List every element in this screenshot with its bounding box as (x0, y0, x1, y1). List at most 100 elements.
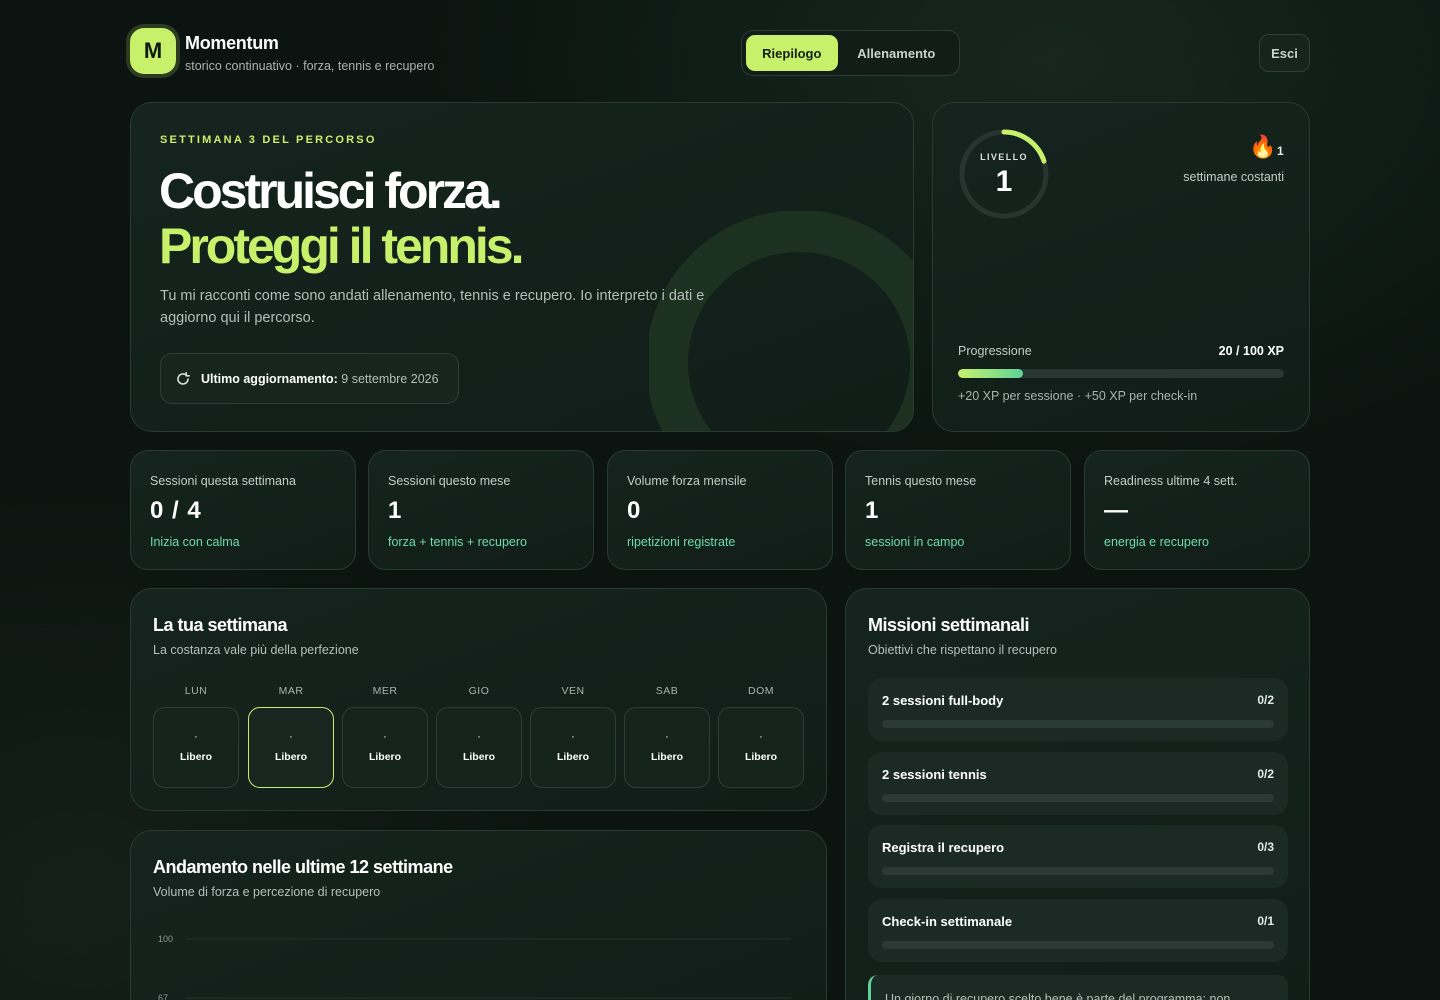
last-update-pill: Ultimo aggiornamento: 9 settembre 2026 (160, 353, 459, 404)
day-cell[interactable]: · Libero (342, 707, 428, 788)
trend-card: Andamento nelle ultime 12 settimane Volu… (130, 830, 827, 1000)
mission-item[interactable]: 2 sessioni tennis 0/2 (868, 752, 1288, 815)
missions-subtitle: Obiettivi che rispettano il recupero (868, 643, 1057, 657)
progress-value: 20 / 100 XP (1218, 344, 1284, 358)
level-value: 1 (995, 165, 1013, 198)
day-state: Libero (744, 750, 778, 763)
streak-label: settimane costanti (1183, 170, 1284, 184)
mission-count: 0/1 (1257, 914, 1274, 928)
day-state: Libero (462, 750, 496, 763)
missions-card: Missioni settimanali Obiettivi che rispe… (845, 588, 1310, 1000)
tab-riepilogo[interactable]: Riepilogo (746, 35, 838, 71)
mission-name: Check-in settimanale (882, 914, 1013, 929)
stat-card-sessions-week: Sessioni questa settimana 0 / 4 Inizia c… (130, 450, 356, 570)
mission-progress-bar (882, 867, 1274, 875)
hero-headline-accent: Proteggi il tennis. (159, 218, 524, 274)
day-name: LUN (184, 685, 208, 697)
week-title: La tua settimana (153, 615, 288, 635)
day-name: GIO (468, 685, 490, 697)
mission-name: 2 sessioni tennis (882, 767, 987, 782)
day-column-mer: MER · Libero (342, 685, 428, 788)
logout-button[interactable]: Esci (1259, 34, 1310, 72)
day-dot: · (477, 730, 481, 743)
mission-progress-bar (882, 941, 1274, 949)
hero-card: SETTIMANA 3 DEL PERCORSO Costruisci forz… (130, 102, 914, 432)
day-cell[interactable]: · Libero (153, 707, 239, 788)
stat-value: — (1104, 497, 1129, 524)
week-card: La tua settimana La costanza vale più de… (130, 588, 827, 811)
mission-count: 0/3 (1257, 840, 1274, 854)
stat-label: Sessioni questa settimana (150, 474, 296, 488)
day-cell-today[interactable]: · Libero (248, 707, 334, 788)
day-column-gio: GIO · Libero (436, 685, 522, 788)
mission-name: 2 sessioni full-body (882, 693, 1004, 708)
stat-label: Volume forza mensile (627, 474, 747, 488)
day-cell[interactable]: · Libero (624, 707, 710, 788)
stat-card-readiness: Readiness ultime 4 sett. — energia e rec… (1084, 450, 1310, 570)
mission-progress-bar (882, 794, 1274, 802)
stat-note: ripetizioni registrate (627, 535, 736, 549)
day-name: SAB (655, 685, 679, 697)
day-dot: · (383, 730, 387, 743)
stat-value: 1 (388, 497, 403, 524)
mission-item[interactable]: 2 sessioni full-body 0/2 (868, 678, 1288, 741)
day-name: MER (372, 685, 398, 697)
day-name: VEN (561, 685, 585, 697)
day-dot: · (194, 730, 198, 743)
stat-card-tennis-month: Tennis questo mese 1 sessioni in campo (845, 450, 1071, 570)
last-update-label: Ultimo aggiornamento: (201, 371, 338, 386)
day-cell[interactable]: · Libero (436, 707, 522, 788)
last-update-value: 9 settembre 2026 (341, 371, 439, 386)
mission-item[interactable]: Registra il recupero 0/3 (868, 825, 1288, 888)
xp-progress-bar (958, 369, 1284, 378)
stat-label: Tennis questo mese (865, 474, 977, 488)
mission-item[interactable]: Check-in settimanale 0/1 (868, 899, 1288, 962)
app-subtitle: storico continuativo · forza, tennis e r… (185, 59, 435, 73)
streak-count: 1 (1277, 144, 1284, 158)
hero-headline-primary: Costruisci forza. (159, 163, 503, 219)
main-nav: Riepilogo Allenamento (741, 30, 960, 76)
recovery-tip: Un giorno di recupero scelto bene è part… (868, 975, 1288, 1000)
stat-note: forza + tennis + recupero (388, 535, 527, 549)
tab-allenamento[interactable]: Allenamento (838, 35, 955, 71)
week-subtitle: La costanza vale più della perfezione (153, 643, 359, 657)
missions-title: Missioni settimanali (868, 615, 1030, 635)
hero-description: Tu mi racconti come sono andati allename… (160, 288, 705, 326)
stat-card-sessions-month: Sessioni questo mese 1 forza + tennis + … (368, 450, 594, 570)
level-card: LIVELLO 1 🔥 1 settimane costanti Progres… (932, 102, 1310, 432)
xp-note: +20 XP per sessione · +50 XP per check-i… (958, 389, 1198, 403)
refresh-icon (177, 371, 190, 385)
day-dot: · (289, 730, 293, 743)
day-dot: · (759, 730, 763, 743)
day-dot: · (571, 730, 575, 743)
progress-label: Progressione (958, 344, 1032, 358)
stat-label: Readiness ultime 4 sett. (1104, 474, 1238, 488)
day-column-dom: DOM · Libero (718, 685, 804, 788)
day-column-mar: MAR · Libero (248, 685, 334, 788)
day-name: DOM (748, 685, 774, 697)
day-state: Libero (368, 750, 402, 763)
recovery-tip-text: Un giorno di recupero scelto bene è part… (885, 992, 1231, 1000)
logo-letter: M (143, 38, 163, 63)
day-name: MAR (278, 685, 304, 697)
day-cell[interactable]: · Libero (530, 707, 616, 788)
mission-count: 0/2 (1257, 767, 1274, 781)
day-cell[interactable]: · Libero (718, 707, 804, 788)
day-state: Libero (556, 750, 590, 763)
day-dot: · (665, 730, 669, 743)
stat-value: 0 (627, 497, 642, 524)
stat-value: 1 (865, 497, 880, 524)
stat-card-strength-volume: Volume forza mensile 0 ripetizioni regis… (607, 450, 833, 570)
y-tick-label: 100 (158, 934, 173, 944)
fire-icon: 🔥 (1249, 134, 1277, 159)
mission-count: 0/2 (1257, 693, 1274, 707)
stat-note: energia e recupero (1104, 535, 1209, 549)
app-name: Momentum (185, 33, 279, 53)
day-state: Libero (650, 750, 684, 763)
stat-note: sessioni in campo (865, 535, 965, 549)
y-tick-label: 67 (158, 993, 168, 1000)
day-state: Libero (274, 750, 308, 763)
level-label: LIVELLO (980, 152, 1028, 162)
stat-label: Sessioni questo mese (388, 474, 511, 488)
app-logo[interactable]: M (130, 28, 176, 74)
